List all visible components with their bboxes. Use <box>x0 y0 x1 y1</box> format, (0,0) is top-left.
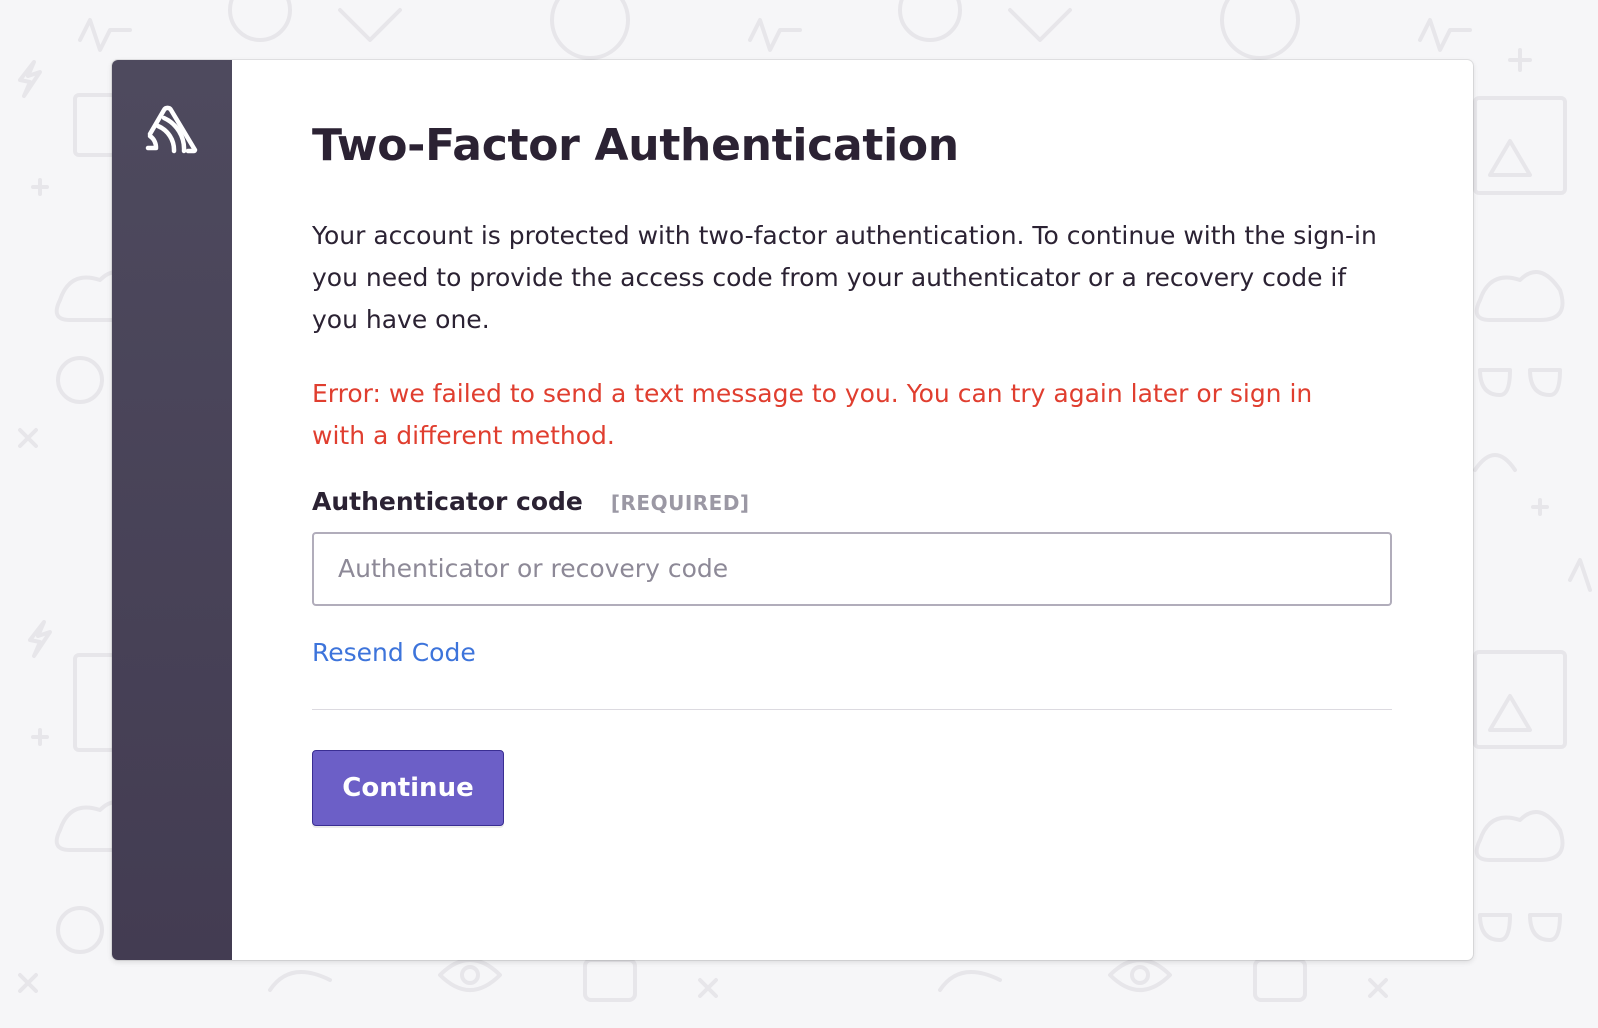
page-title: Two-Factor Authentication <box>312 120 959 171</box>
continue-button[interactable]: Continue <box>312 749 504 826</box>
authenticator-code-input[interactable] <box>312 531 1392 606</box>
error-message: Error: we failed to send a text message … <box>312 378 1313 450</box>
two-factor-card: Two-Factor Authentication Your account i… <box>112 60 1473 960</box>
page-description: Your account is protected with two-facto… <box>312 220 1377 334</box>
sentry-logo-icon <box>145 105 198 154</box>
field-label-row: Authenticator code [REQUIRED] <box>312 487 1393 516</box>
authenticator-code-label: Authenticator code <box>312 486 583 516</box>
brand-sidebar <box>112 60 232 960</box>
divider <box>312 708 1392 710</box>
main-content: Two-Factor Authentication Your account i… <box>232 60 1473 960</box>
resend-code-link[interactable]: Resend Code <box>312 638 476 667</box>
required-tag: [REQUIRED] <box>610 490 750 515</box>
